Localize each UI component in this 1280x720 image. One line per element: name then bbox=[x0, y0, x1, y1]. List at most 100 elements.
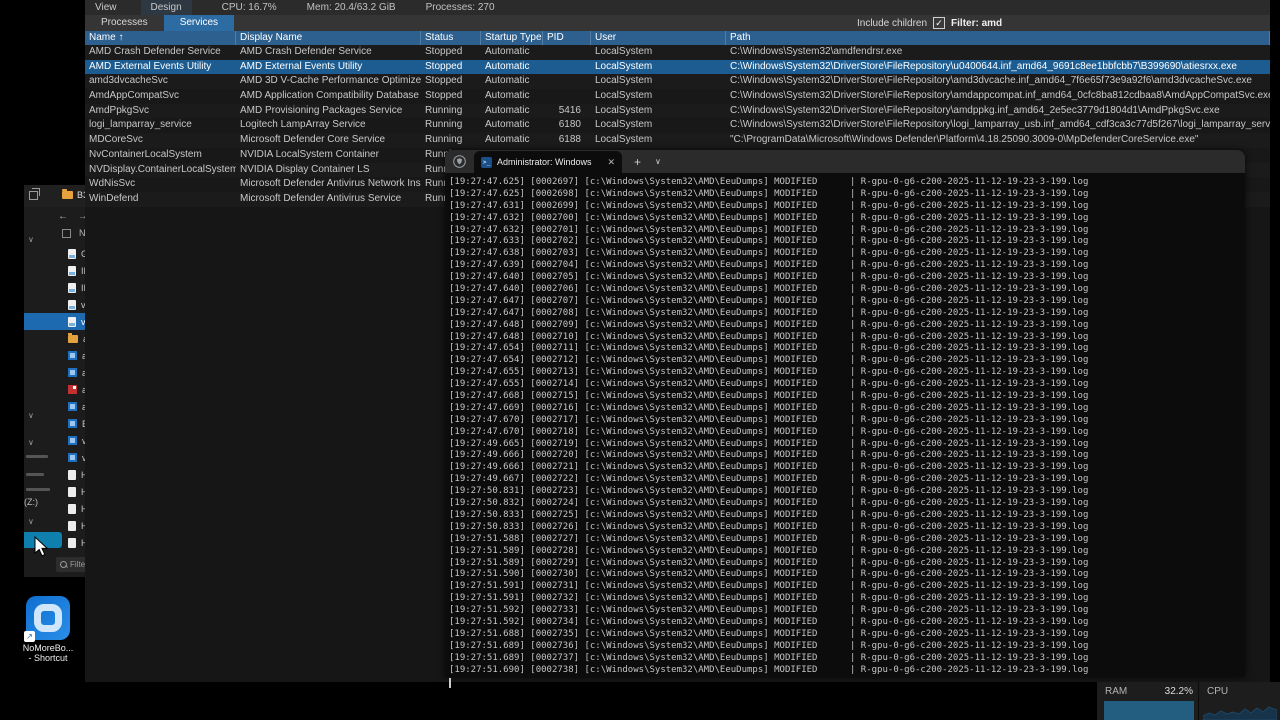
cell-path: C:\Windows\System32\DriverStore\FileRepo… bbox=[726, 74, 1270, 89]
explorer-file-item[interactable]: E bbox=[24, 415, 90, 432]
new-tab-icon[interactable]: + bbox=[634, 155, 641, 169]
service-row[interactable]: logi_lamparray_serviceLogitech LampArray… bbox=[85, 118, 1270, 133]
terminal-output[interactable]: [19:27:47.625] [0002697] [c:\Windows\Sys… bbox=[445, 173, 1245, 688]
log-line: [19:27:50.831] [0002723] [c:\Windows\Sys… bbox=[449, 486, 1245, 498]
cell-path: C:\Windows\System32\DriverStore\FileRepo… bbox=[726, 104, 1270, 119]
desktop-shortcut[interactable]: ↗ NoMoreBo... - Shortcut bbox=[16, 596, 80, 663]
service-row[interactable]: amd3dvcacheSvcAMD 3D V-Cache Performance… bbox=[85, 74, 1270, 89]
cell-path: C:\Windows\System32\DriverStore\FileRepo… bbox=[726, 118, 1270, 133]
service-row[interactable]: AmdPpkgSvcAMD Provisioning Packages Serv… bbox=[85, 104, 1270, 119]
cell-name: NVDisplay.ContainerLocalSystem bbox=[85, 163, 236, 178]
tree-chevron-icon[interactable]: ∨ bbox=[28, 438, 34, 447]
column-display-name[interactable]: Display Name bbox=[236, 31, 421, 45]
service-row[interactable]: AmdAppCompatSvcAMD Application Compatibi… bbox=[85, 89, 1270, 104]
cell-startup: Automatic bbox=[481, 118, 543, 133]
include-children-checkbox[interactable]: ✓ bbox=[933, 17, 945, 29]
cell-name: AMD Crash Defender Service bbox=[85, 45, 236, 60]
menu-bar: View Design CPU: 16.7% Mem: 20.4/63.2 Gi… bbox=[85, 0, 1270, 15]
log-line: [19:27:49.667] [0002722] [c:\Windows\Sys… bbox=[449, 474, 1245, 486]
log-line: [19:27:51.690] [0002738] [c:\Windows\Sys… bbox=[449, 665, 1245, 677]
tab-processes[interactable]: Processes bbox=[85, 15, 164, 31]
column-startup-type[interactable]: Startup Type bbox=[481, 31, 543, 45]
tree-item[interactable] bbox=[26, 455, 48, 458]
explorer-file-item[interactable]: a bbox=[24, 381, 90, 398]
cell-name: WdNisSvc bbox=[85, 177, 236, 192]
column-user[interactable]: User bbox=[591, 31, 726, 45]
menu-view[interactable]: View bbox=[85, 0, 127, 15]
log-line: [19:27:49.665] [0002719] [c:\Windows\Sys… bbox=[449, 439, 1245, 451]
log-line: [19:27:47.654] [0002711] [c:\Windows\Sys… bbox=[449, 343, 1245, 355]
drive-label[interactable]: (Z:) bbox=[24, 497, 38, 507]
service-row[interactable]: AMD Crash Defender ServiceAMD Crash Defe… bbox=[85, 45, 1270, 60]
explorer-column-header[interactable]: N bbox=[24, 225, 90, 241]
page-file-icon bbox=[68, 538, 76, 548]
explorer-file-item[interactable]: a bbox=[24, 364, 90, 381]
doc-file-icon bbox=[68, 283, 76, 293]
explorer-tab-bar: B3 bbox=[24, 185, 90, 207]
explorer-file-item[interactable]: a bbox=[24, 398, 90, 415]
stat-memory: Mem: 20.4/63.2 GiB bbox=[307, 2, 396, 13]
restore-window-icon[interactable] bbox=[29, 191, 38, 200]
filter-controls: Include children ✓ Filter: amd bbox=[857, 15, 1002, 31]
cell-display: Microsoft Defender Core Service bbox=[236, 133, 421, 148]
log-line: [19:27:47.647] [0002708] [c:\Windows\Sys… bbox=[449, 308, 1245, 320]
terminal-tab[interactable]: >_ Administrator: Windows Pow ✕ bbox=[474, 151, 622, 173]
explorer-file-item[interactable]: v bbox=[24, 432, 90, 449]
log-line: [19:27:51.589] [0002729] [c:\Windows\Sys… bbox=[449, 558, 1245, 570]
cell-startup: Automatic bbox=[481, 89, 543, 104]
log-line: [19:27:51.590] [0002730] [c:\Windows\Sys… bbox=[449, 569, 1245, 581]
app-file-icon bbox=[68, 419, 77, 428]
tree-chevron-icon[interactable]: ∨ bbox=[28, 411, 34, 420]
mouse-cursor bbox=[34, 536, 50, 558]
cell-name: AmdAppCompatSvc bbox=[85, 89, 236, 104]
folder-file-icon bbox=[68, 335, 78, 343]
log-line: [19:27:47.625] [0002698] [c:\Windows\Sys… bbox=[449, 189, 1245, 201]
tab-bar: Processes Services Include children ✓ Fi… bbox=[85, 15, 1270, 31]
log-line: [19:27:47.640] [0002706] [c:\Windows\Sys… bbox=[449, 284, 1245, 296]
tab-close-icon[interactable]: ✕ bbox=[607, 157, 615, 168]
tree-chevron-icon[interactable]: ∨ bbox=[28, 517, 34, 526]
explorer-file-item[interactable]: II bbox=[24, 279, 90, 296]
service-row[interactable]: MDCoreSvcMicrosoft Defender Core Service… bbox=[85, 133, 1270, 148]
tab-services[interactable]: Services bbox=[164, 15, 234, 31]
shortcut-label: - Shortcut bbox=[16, 653, 80, 663]
cell-pid bbox=[543, 45, 591, 60]
tree-item[interactable] bbox=[26, 488, 50, 491]
select-all-checkbox[interactable] bbox=[62, 229, 71, 238]
back-icon[interactable]: ← bbox=[58, 211, 68, 222]
log-line: [19:27:47.632] [0002701] [c:\Windows\Sys… bbox=[449, 225, 1245, 237]
explorer-file-item[interactable]: G bbox=[24, 245, 90, 262]
doc-file-icon bbox=[68, 266, 76, 276]
tree-chevron-icon[interactable]: ∨ bbox=[28, 235, 34, 244]
cell-startup: Automatic bbox=[481, 133, 543, 148]
cell-display: Logitech LampArray Service bbox=[236, 118, 421, 133]
explorer-file-item[interactable]: v bbox=[24, 296, 90, 313]
cell-display: NVIDIA Display Container LS bbox=[236, 163, 421, 178]
column-path[interactable]: Path bbox=[726, 31, 1270, 45]
terminal-cursor bbox=[449, 678, 451, 688]
app-file-icon bbox=[68, 368, 77, 377]
explorer-file-item[interactable]: v bbox=[24, 313, 90, 330]
filter-field[interactable]: Filter: amd bbox=[951, 18, 1002, 29]
app-file-icon bbox=[68, 436, 77, 445]
column-name[interactable]: Name ↑ bbox=[85, 31, 236, 45]
shortcut-arrow-icon: ↗ bbox=[24, 631, 35, 642]
explorer-file-item[interactable]: a bbox=[24, 347, 90, 364]
terminal-tab-title: Administrator: Windows Pow bbox=[497, 157, 592, 167]
log-line: [19:27:47.625] [0002697] [c:\Windows\Sys… bbox=[449, 177, 1245, 189]
log-line: [19:27:51.589] [0002728] [c:\Windows\Sys… bbox=[449, 546, 1245, 558]
cell-path: C:\Windows\System32\DriverStore\FileRepo… bbox=[726, 89, 1270, 104]
log-line: [19:27:47.669] [0002716] [c:\Windows\Sys… bbox=[449, 403, 1245, 415]
log-line: [19:27:47.668] [0002715] [c:\Windows\Sys… bbox=[449, 391, 1245, 403]
sort-ascending-icon: ↑ bbox=[118, 32, 123, 43]
menu-design[interactable]: Design bbox=[141, 0, 192, 15]
folder-icon bbox=[62, 191, 73, 199]
service-row[interactable]: AMD External Events UtilityAMD External … bbox=[85, 60, 1270, 75]
tab-dropdown-icon[interactable]: ∨ bbox=[655, 157, 661, 166]
cell-status: Stopped bbox=[421, 89, 481, 104]
explorer-file-item[interactable]: a bbox=[24, 330, 90, 347]
column-status[interactable]: Status bbox=[421, 31, 481, 45]
tree-item[interactable] bbox=[26, 473, 44, 476]
explorer-file-item[interactable]: II bbox=[24, 262, 90, 279]
column-pid[interactable]: PID bbox=[543, 31, 591, 45]
